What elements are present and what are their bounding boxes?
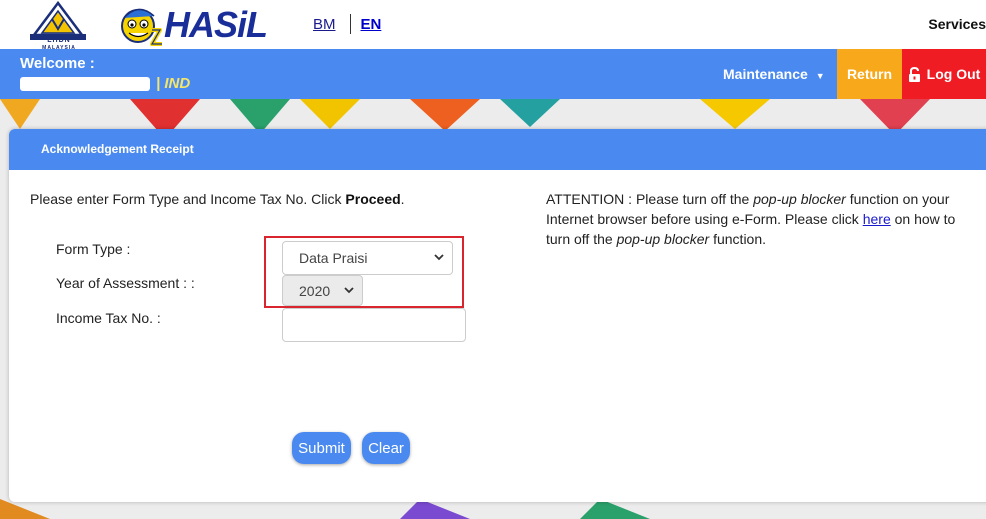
acknowledgement-card: Acknowledgement Receipt Please enter For…: [9, 129, 986, 502]
attention-part-4: function.: [709, 231, 767, 247]
chevron-down-icon: [434, 254, 444, 261]
year-of-assessment-select[interactable]: 2020: [282, 275, 363, 306]
attention-emphasis-2: pop-up blocker: [616, 231, 710, 247]
clear-button[interactable]: Clear: [362, 432, 410, 464]
here-link[interactable]: here: [863, 211, 891, 227]
clear-label: Clear: [368, 439, 404, 457]
attention-part-1: ATTENTION : Please turn off the: [546, 191, 754, 207]
form-type-select[interactable]: Data Praisi: [282, 241, 453, 275]
language-switcher: BM EN: [313, 14, 381, 34]
form-type-value: Data Praisi: [299, 250, 368, 266]
navbar: Welcome : | IND Maintenance ▼ Return Log…: [0, 49, 986, 99]
attention-text: ATTENTION : Please turn off the pop-up b…: [546, 189, 976, 249]
logout-label: Log Out: [926, 66, 981, 82]
card-title: Acknowledgement Receipt: [9, 129, 986, 170]
instruction-suffix: .: [400, 191, 405, 207]
redacted-username: [20, 76, 150, 91]
lang-separator: [349, 14, 351, 34]
lang-en-link[interactable]: EN: [361, 16, 382, 33]
services-menu[interactable]: Services: [928, 16, 986, 32]
instruction-text: Please enter Form Type and Income Tax No…: [30, 191, 405, 207]
chevron-down-icon: [344, 287, 354, 294]
brand-text: HASiL: [164, 4, 268, 45]
maintenance-menu[interactable]: Maintenance ▼: [723, 66, 825, 82]
form-type-label: Form Type :: [56, 241, 131, 257]
instruction-bold: Proceed: [345, 191, 401, 207]
return-button[interactable]: Return: [837, 49, 902, 99]
attention-emphasis-1: pop-up blocker: [753, 191, 846, 207]
chevron-down-icon: ▼: [815, 71, 825, 81]
year-of-assessment-label: Year of Assessment : :: [56, 275, 195, 291]
top-header: LHDN MALAYSIA HASiL BM EN Services: [0, 0, 986, 51]
submit-button[interactable]: Submit: [292, 432, 351, 464]
lang-bm-link[interactable]: BM: [313, 16, 336, 33]
user-info: | IND: [20, 75, 190, 92]
return-label: Return: [846, 66, 893, 82]
user-type: | IND: [156, 75, 191, 92]
instruction-prefix: Please enter Form Type and Income Tax No…: [30, 191, 346, 207]
maintenance-label: Maintenance: [723, 66, 808, 82]
logout-button[interactable]: Log Out: [902, 49, 986, 99]
income-tax-no-input[interactable]: [282, 308, 466, 342]
income-tax-no-label: Income Tax No. :: [56, 310, 161, 326]
year-value: 2020: [299, 283, 331, 299]
welcome-label: Welcome :: [20, 55, 95, 72]
unlock-icon: [908, 66, 920, 82]
submit-label: Submit: [298, 439, 345, 457]
lhdn-logo-text: LHDN: [47, 37, 71, 44]
